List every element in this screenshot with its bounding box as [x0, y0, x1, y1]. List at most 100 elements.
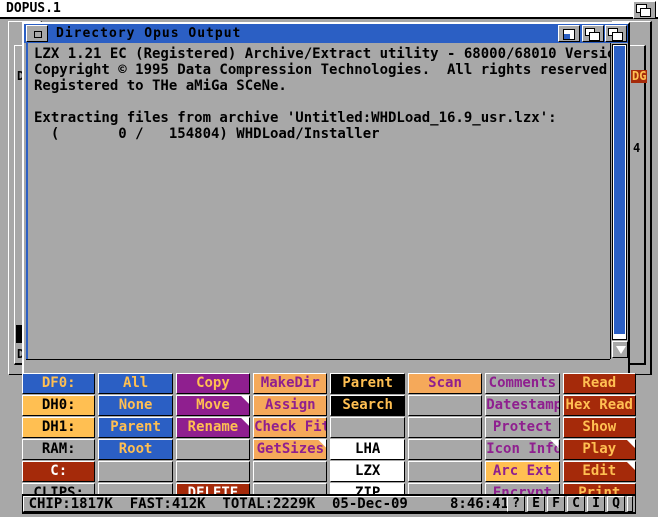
- button-empty-4-5: [407, 461, 483, 482]
- button-label: Edit: [582, 463, 617, 479]
- popup-corner-icon[interactable]: [241, 396, 250, 404]
- button-rename[interactable]: Rename: [175, 417, 251, 438]
- button-read[interactable]: Read: [562, 373, 636, 394]
- button-label: Rename: [187, 419, 239, 435]
- popup-corner-icon[interactable]: [626, 462, 635, 470]
- button-parent[interactable]: Parent: [330, 373, 405, 394]
- button-empty-2-5: [407, 417, 483, 438]
- console-text: LZX 1.21 EC (Registered) Archive/Extract…: [34, 46, 610, 142]
- button-getsizes[interactable]: GetSizes: [253, 439, 328, 460]
- button-label: Assign: [265, 397, 316, 413]
- button-empty-4-3: [253, 461, 328, 482]
- button-label: Hex Read: [565, 397, 633, 413]
- button-ram[interactable]: RAM:: [22, 439, 96, 460]
- button-label: Scan: [428, 375, 462, 391]
- button-arc-ext[interactable]: Arc Ext: [485, 461, 560, 482]
- button-scan[interactable]: Scan: [407, 373, 483, 394]
- button-label: Comments: [488, 375, 557, 391]
- status-gadget-help[interactable]: ?: [507, 496, 525, 512]
- status-gadget-c[interactable]: C: [567, 496, 585, 512]
- iconify-icon[interactable]: [558, 25, 580, 42]
- button-copy[interactable]: Copy: [175, 373, 251, 394]
- button-label: RAM:: [41, 441, 76, 457]
- button-root[interactable]: Root: [98, 439, 173, 460]
- button-df0[interactable]: DF0:: [22, 373, 96, 394]
- status-gadget-end-filler: [627, 496, 633, 512]
- button-label: LZX: [355, 463, 381, 479]
- button-play[interactable]: Play: [562, 439, 636, 460]
- button-label: Search: [342, 397, 393, 413]
- button-label: DF0:: [41, 375, 76, 391]
- screen-title-bar: DOPUS.1: [0, 0, 658, 19]
- status-gadget-e[interactable]: E: [527, 496, 545, 512]
- row-2: DH1: Parent Rename Check Fit Protect Show: [22, 417, 636, 438]
- button-label: Read: [582, 375, 617, 391]
- button-label: Root: [118, 441, 153, 457]
- button-label: Icon Info: [486, 441, 560, 457]
- button-label: None: [118, 397, 153, 413]
- output-window-title-bar[interactable]: Directory Opus Output: [24, 24, 628, 43]
- button-label: GetSizes: [256, 441, 325, 457]
- status-gadget-f[interactable]: F: [547, 496, 565, 512]
- vertical-scrollbar-track[interactable]: [612, 44, 627, 340]
- button-datestamp[interactable]: Datestamp: [485, 395, 560, 416]
- button-makedir[interactable]: MakeDir: [253, 373, 328, 394]
- button-empty-1-5: [407, 395, 483, 416]
- status-bar-text: CHIP:1817K FAST:412K TOTAL:2229K 05-Dec-…: [23, 496, 523, 512]
- depth-icon[interactable]: [582, 25, 604, 42]
- button-search[interactable]: Search: [330, 395, 405, 416]
- button-show[interactable]: Show: [562, 417, 636, 438]
- button-label: DH1:: [41, 419, 76, 435]
- background-fragment-right-mid: 4: [633, 141, 641, 155]
- button-label: Play: [582, 441, 617, 457]
- button-lha[interactable]: LHA: [330, 439, 405, 460]
- row-1: DH0: None Move Assign Search Datestamp Hex Rea…: [22, 395, 636, 416]
- output-window-title: Directory Opus Output: [56, 26, 242, 41]
- button-dh1[interactable]: DH1:: [22, 417, 96, 438]
- button-label: Check Fit: [254, 419, 328, 435]
- screen-title: DOPUS.1: [6, 1, 61, 16]
- directory-opus-output-window[interactable]: Directory Opus Output LZX 1.21 EC (Regis…: [22, 22, 630, 378]
- button-empty-4-1: [98, 461, 173, 482]
- button-protect[interactable]: Protect: [485, 417, 560, 438]
- button-hex-read[interactable]: Hex Read: [562, 395, 636, 416]
- screen-depth-icon[interactable]: [633, 1, 656, 19]
- button-dh0[interactable]: DH0:: [22, 395, 96, 416]
- button-label: Copy: [196, 375, 230, 391]
- row-4: C: LZX Arc Ext Edit: [22, 461, 636, 482]
- button-c[interactable]: C:: [22, 461, 96, 482]
- button-all[interactable]: All: [98, 373, 173, 394]
- depth-icon-outer[interactable]: [605, 25, 627, 42]
- status-gadget-i[interactable]: I: [587, 496, 605, 512]
- button-icon-info[interactable]: Icon Info: [485, 439, 560, 460]
- button-empty-4-2: [175, 461, 251, 482]
- button-move[interactable]: Move: [175, 395, 251, 416]
- button-comments[interactable]: Comments: [485, 373, 560, 394]
- console-output-area: LZX 1.21 EC (Registered) Archive/Extract…: [26, 43, 610, 359]
- vertical-scrollbar-thumb[interactable]: [614, 46, 625, 335]
- status-gadget-q[interactable]: Q: [607, 496, 625, 512]
- scroll-down-arrow-icon[interactable]: [612, 341, 628, 358]
- button-label: C:: [50, 463, 68, 479]
- button-none[interactable]: None: [98, 395, 173, 416]
- button-empty-3-5: [407, 439, 483, 460]
- button-parent[interactable]: Parent: [98, 417, 173, 438]
- button-edit[interactable]: Edit: [562, 461, 636, 482]
- close-icon[interactable]: [26, 25, 48, 42]
- vertical-scrollbar[interactable]: [610, 43, 628, 359]
- button-bank: DF0: All Copy MakeDir Parent Scan Comments Read…: [0, 373, 658, 517]
- button-label: All: [122, 375, 149, 391]
- button-check-fit[interactable]: Check Fit: [253, 417, 328, 438]
- popup-corner-icon[interactable]: [241, 418, 250, 426]
- status-bar-gadgets: ? E F C I Q: [505, 496, 633, 512]
- button-assign[interactable]: Assign: [253, 395, 328, 416]
- button-rows-container: DF0: All Copy MakeDir Parent Scan Comments Read…: [22, 373, 636, 504]
- status-bar: CHIP:1817K FAST:412K TOTAL:2229K 05-Dec-…: [22, 494, 636, 514]
- button-label: Arc Ext: [492, 463, 552, 479]
- popup-corner-icon[interactable]: [626, 440, 635, 448]
- button-label: DH0:: [41, 397, 76, 413]
- button-lzx[interactable]: LZX: [330, 461, 405, 482]
- button-label: Move: [196, 397, 230, 413]
- row-0-partially-hidden: DF0: All Copy MakeDir Parent Scan Comments Read: [22, 373, 636, 394]
- button-empty-3-2: [175, 439, 251, 460]
